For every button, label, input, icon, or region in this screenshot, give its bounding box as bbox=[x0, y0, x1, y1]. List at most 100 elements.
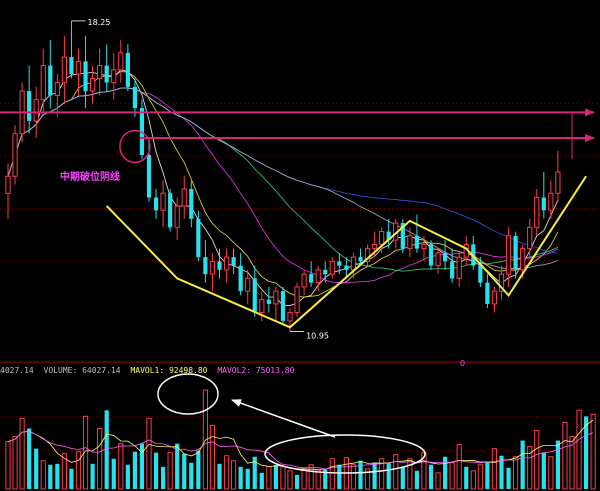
breakdown-circle bbox=[119, 129, 151, 164]
volume-bar bbox=[287, 470, 293, 490]
candle-body bbox=[301, 273, 307, 288]
volume-bar bbox=[69, 468, 74, 489]
candle-body bbox=[428, 244, 434, 266]
volume-bar bbox=[506, 467, 511, 489]
volume-bar bbox=[372, 462, 377, 489]
volume-bar bbox=[182, 453, 187, 489]
candle-body bbox=[443, 252, 448, 262]
volume-bar bbox=[301, 468, 307, 490]
candle-body bbox=[273, 290, 279, 305]
volume-bar bbox=[449, 462, 455, 490]
volume-bar bbox=[209, 424, 216, 490]
candle-body bbox=[280, 291, 286, 321]
volume-bar bbox=[104, 410, 109, 489]
volume-bar bbox=[238, 466, 243, 489]
candle-body bbox=[344, 265, 349, 270]
candle-body bbox=[33, 99, 39, 122]
candle-body bbox=[5, 175, 11, 194]
candle-body bbox=[203, 257, 208, 275]
volume-bar bbox=[520, 440, 525, 489]
candle-body bbox=[485, 282, 490, 304]
candle-body bbox=[329, 260, 335, 275]
candle-body bbox=[97, 65, 103, 79]
volume-bar bbox=[576, 409, 582, 490]
volume-bar bbox=[34, 448, 39, 489]
candle-body bbox=[309, 274, 314, 283]
volume-bars bbox=[5, 389, 596, 490]
candle-body bbox=[534, 197, 540, 228]
volume-bar bbox=[55, 463, 60, 489]
volume-bar bbox=[118, 443, 124, 490]
candle-body bbox=[379, 231, 385, 245]
candle-body bbox=[69, 57, 74, 75]
candle-body bbox=[223, 256, 230, 271]
volume-bar bbox=[40, 460, 46, 490]
volume-bar bbox=[175, 443, 180, 489]
volume-bar bbox=[125, 464, 130, 489]
stock-chart: 中期破位阴线 18.25 10.95 0 bbox=[0, 18, 600, 490]
candle-body bbox=[407, 235, 413, 250]
breakdown-label: 中期破位阴线 bbox=[60, 170, 120, 183]
volume-bar bbox=[223, 455, 230, 490]
volume-bar bbox=[266, 466, 272, 490]
candle-body bbox=[90, 77, 96, 92]
volume-bar bbox=[19, 417, 25, 490]
candle-body bbox=[189, 189, 194, 219]
volume-bar bbox=[5, 441, 11, 490]
volume-bar bbox=[217, 463, 222, 489]
candle-body bbox=[104, 65, 109, 83]
volume-arrow bbox=[231, 399, 336, 438]
volume-bar bbox=[435, 472, 441, 490]
volume-bar bbox=[90, 463, 95, 489]
volume-bar bbox=[527, 446, 533, 490]
volume-bar bbox=[393, 454, 399, 490]
volume-bar bbox=[273, 464, 278, 489]
volume-bar bbox=[491, 448, 498, 490]
candle-body bbox=[491, 290, 498, 305]
candle-body bbox=[111, 69, 117, 84]
candle-body bbox=[266, 299, 271, 304]
volume-bar bbox=[541, 452, 546, 489]
volume-bar bbox=[443, 456, 448, 489]
candle-body bbox=[505, 235, 512, 275]
volume-bar bbox=[259, 472, 264, 489]
candle-body bbox=[555, 171, 561, 194]
volume-bar bbox=[414, 470, 419, 489]
ma-line-5 bbox=[7, 69, 559, 307]
volume-bar bbox=[477, 464, 483, 490]
ma-line-20 bbox=[7, 87, 559, 284]
volume-bar bbox=[12, 436, 18, 490]
volume-bar bbox=[97, 427, 103, 490]
candle-body bbox=[27, 91, 32, 121]
volume-bar bbox=[464, 466, 469, 489]
ma-line-10 bbox=[7, 71, 559, 298]
volume-bar bbox=[161, 466, 166, 489]
candle-body bbox=[196, 218, 201, 258]
volume-bar bbox=[167, 452, 173, 490]
candle-body bbox=[125, 52, 130, 87]
volume-bar bbox=[456, 444, 462, 490]
candle-body bbox=[231, 257, 236, 266]
volume-bar bbox=[196, 450, 201, 489]
candle-body bbox=[450, 261, 455, 279]
volume-ma-line-5 bbox=[7, 419, 594, 471]
candle-body bbox=[358, 257, 363, 262]
candle-body bbox=[287, 311, 293, 322]
mavol1-value: MAVOL1: 92498.80 bbox=[130, 366, 208, 375]
candle-body bbox=[294, 286, 300, 313]
volume-header: 4027.14 VOLUME: 64027.14 MAVOL1: 92498.8… bbox=[0, 365, 299, 377]
candle-body bbox=[527, 226, 533, 250]
mid-marker-label: 0 bbox=[460, 359, 465, 368]
candle-body bbox=[83, 61, 88, 92]
low-price-label: 10.95 bbox=[306, 332, 329, 341]
candle-body bbox=[541, 197, 546, 211]
candle-body bbox=[421, 243, 427, 250]
candle-body bbox=[548, 192, 554, 211]
volume-bar bbox=[294, 474, 300, 489]
candle-body bbox=[12, 133, 18, 177]
horizontal-arrow-lines bbox=[0, 108, 595, 160]
candle-body bbox=[174, 205, 180, 228]
candle-body bbox=[48, 65, 53, 96]
volume-bar bbox=[337, 464, 342, 489]
volume-bar bbox=[350, 464, 357, 490]
